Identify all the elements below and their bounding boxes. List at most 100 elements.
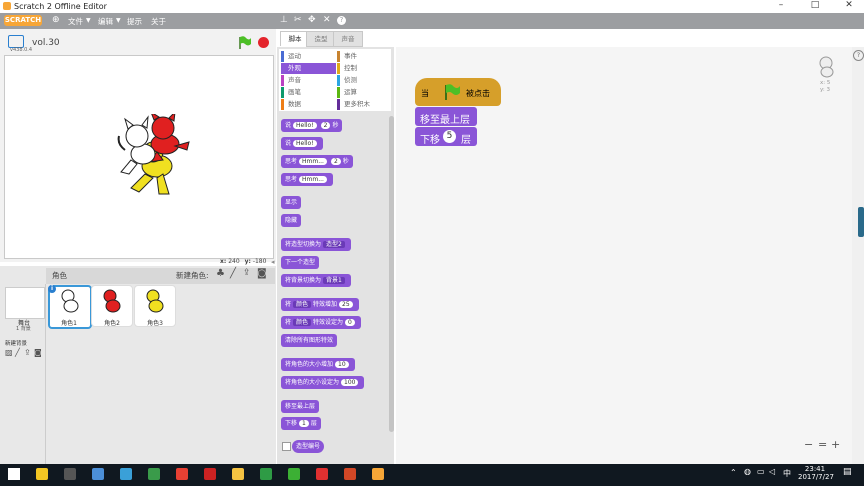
menu-tips[interactable]: 提示: [127, 16, 142, 27]
palette-scrollbar[interactable]: [389, 116, 394, 432]
say-input[interactable]: Hello!: [293, 140, 317, 147]
app-icon[interactable]: [92, 468, 104, 480]
wechat-icon[interactable]: [288, 468, 300, 480]
costume-dropdown[interactable]: 造型2: [323, 241, 345, 248]
menu-file[interactable]: 文件: [68, 16, 83, 27]
minimize-button[interactable]: –: [770, 0, 792, 10]
category-item[interactable]: 侦测: [337, 75, 392, 86]
go-back-block[interactable]: 下移 5 层: [415, 127, 477, 146]
block-say[interactable]: 说 Hello!: [281, 137, 323, 150]
block-hide[interactable]: 隐藏: [281, 214, 302, 227]
notification-icon[interactable]: ▤: [843, 467, 852, 477]
folder-icon[interactable]: [232, 468, 244, 480]
collapse-arrow-icon[interactable]: ◂: [271, 258, 275, 266]
backdrop-paint-icon[interactable]: ╱: [15, 348, 20, 357]
block-change-size[interactable]: 将角色的大小增加 10: [281, 358, 355, 371]
stamp-icon[interactable]: ⊥: [280, 15, 288, 25]
zoom-reset-button[interactable]: =: [818, 438, 827, 451]
size-value-input[interactable]: 100: [341, 379, 359, 386]
tips-tab[interactable]: [858, 207, 864, 237]
effect-dropdown[interactable]: 颜色: [293, 319, 312, 326]
tab-costumes[interactable]: 造型: [306, 31, 336, 47]
when-flag-clicked-block[interactable]: 当 被点击: [415, 78, 501, 106]
zoom-out-button[interactable]: −: [804, 438, 813, 451]
reporter-costume-number[interactable]: 造型编号: [292, 440, 325, 453]
cut-icon[interactable]: ✂: [294, 15, 302, 25]
block-set-effect[interactable]: 将颜色 特效设定为 0: [281, 316, 361, 329]
block-next-costume[interactable]: 下一个造型: [281, 256, 320, 269]
shield-icon[interactable]: [120, 468, 132, 480]
block-show[interactable]: 显示: [281, 196, 302, 209]
block-switch-costume[interactable]: 将造型切换为 造型2: [281, 238, 351, 251]
cat-sprites[interactable]: [117, 114, 197, 200]
think-input[interactable]: Hmm...: [299, 176, 327, 183]
camtasia-icon[interactable]: [260, 468, 272, 480]
powerpoint-icon[interactable]: [344, 468, 356, 480]
block-think-for[interactable]: 思考 Hmm... 2 秒: [281, 155, 353, 168]
scratch-red-icon[interactable]: [316, 468, 328, 480]
block-say-for[interactable]: 说 Hello! 2 秒: [281, 119, 343, 132]
volume-icon[interactable]: ◁: [769, 467, 775, 476]
chrome-icon[interactable]: [176, 468, 188, 480]
help-icon[interactable]: ?: [853, 50, 864, 61]
project-name[interactable]: vol.30: [32, 38, 60, 48]
camera-icon[interactable]: ◙: [257, 268, 267, 279]
block-clear-effects[interactable]: 清除所有图形特效: [281, 334, 338, 347]
go-to-front-block[interactable]: 移至最上层: [415, 107, 477, 126]
category-item[interactable]: 运动: [281, 51, 336, 62]
battery-icon[interactable]: ▭: [757, 467, 765, 476]
block-set-size[interactable]: 将角色的大小设定为 100: [281, 376, 365, 389]
help-icon[interactable]: ?: [337, 16, 346, 25]
info-icon[interactable]: i: [48, 285, 56, 293]
ime-indicator[interactable]: 中: [783, 468, 791, 479]
image-icon[interactable]: [148, 468, 160, 480]
category-item[interactable]: 事件: [337, 51, 392, 62]
upload-icon[interactable]: ⇪: [243, 268, 251, 278]
network-icon[interactable]: ◍: [744, 467, 751, 476]
block-change-effect[interactable]: 将颜色 特效增加 25: [281, 298, 359, 311]
notes-icon[interactable]: [36, 468, 48, 480]
scratch-icon[interactable]: [372, 468, 384, 480]
block-go-to-front[interactable]: 移至最上层: [281, 400, 320, 413]
calculator-icon[interactable]: [64, 468, 76, 480]
tab-sounds[interactable]: 声音: [333, 31, 363, 47]
globe-icon[interactable]: ⊕: [52, 15, 60, 25]
category-item[interactable]: 外观: [281, 63, 336, 74]
category-item[interactable]: 画笔: [281, 87, 336, 98]
say-input[interactable]: Hello!: [293, 122, 317, 129]
category-item[interactable]: 运算: [337, 87, 392, 98]
backdrop-upload-icon[interactable]: ⇪: [24, 348, 31, 357]
start-icon[interactable]: [8, 468, 20, 480]
maximize-button[interactable]: □: [804, 0, 826, 10]
effect-value-input[interactable]: 0: [345, 319, 355, 326]
category-item[interactable]: 控制: [337, 63, 392, 74]
chevron-up-icon[interactable]: ⌃: [730, 468, 737, 477]
paint-brush-icon[interactable]: ╱: [230, 268, 236, 279]
category-item[interactable]: 数据: [281, 99, 336, 110]
zoom-in-button[interactable]: +: [831, 438, 840, 451]
backdrop-library-icon[interactable]: ▨: [5, 348, 13, 357]
effect-dropdown[interactable]: 颜色: [293, 301, 312, 308]
green-flag-icon[interactable]: [238, 36, 252, 49]
backdrop-camera-icon[interactable]: ◙: [34, 348, 42, 357]
block-think[interactable]: 思考 Hmm...: [281, 173, 333, 186]
stage-canvas[interactable]: [4, 55, 274, 259]
category-item[interactable]: 更多积木: [337, 99, 392, 110]
block-switch-backdrop[interactable]: 将背景切换为 背景1: [281, 274, 351, 287]
think-input[interactable]: Hmm...: [299, 158, 327, 165]
secs-input[interactable]: 2: [320, 122, 331, 129]
grow-icon[interactable]: ✥: [308, 15, 316, 25]
stage-thumbnail[interactable]: [5, 287, 45, 319]
size-change-input[interactable]: 10: [335, 361, 349, 368]
sprite-library-icon[interactable]: ♣: [216, 268, 225, 279]
secs-input[interactable]: 2: [330, 158, 341, 165]
record-icon[interactable]: [204, 468, 216, 480]
block-go-back[interactable]: 下移 1 层: [281, 417, 321, 430]
stop-icon[interactable]: [258, 37, 269, 48]
close-button[interactable]: ✕: [838, 0, 860, 10]
shrink-icon[interactable]: ✕: [323, 15, 331, 25]
backdrop-dropdown[interactable]: 背景1: [323, 277, 345, 284]
system-clock[interactable]: 23:41 2017/7/27: [798, 465, 834, 481]
category-item[interactable]: 声音: [281, 75, 336, 86]
menu-about[interactable]: 关于: [151, 16, 166, 27]
